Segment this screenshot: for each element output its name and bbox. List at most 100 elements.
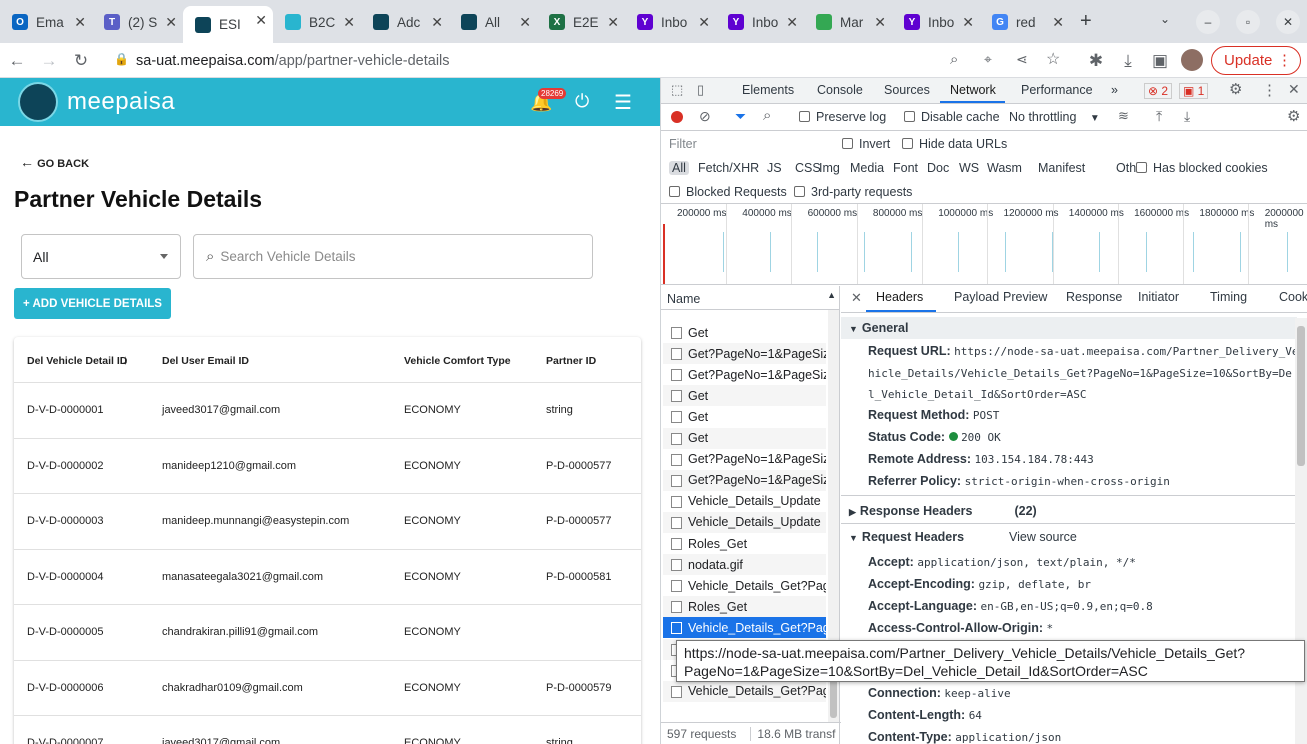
network-overview-timeline[interactable]: 200000 ms 400000 ms 600000 ms 800000 ms 1000… bbox=[661, 203, 1307, 285]
browser-tab[interactable]: All ✕ bbox=[449, 8, 537, 36]
warning-count-badge[interactable]: ▣ 1 bbox=[1179, 83, 1209, 99]
table-row[interactable]: D-V-D-0000006 chakradhar0109@gmail.com ECO… bbox=[14, 661, 641, 716]
network-conditions-icon[interactable]: ≋ bbox=[1118, 108, 1129, 124]
network-settings-icon[interactable]: ⚙ bbox=[1287, 107, 1300, 125]
browser-tab[interactable]: Y Inbo ✕ bbox=[625, 8, 716, 36]
back-arrow-icon[interactable]: ← bbox=[6, 50, 28, 72]
extensions-icon[interactable]: ✱ bbox=[1085, 50, 1107, 72]
preserve-log-checkbox[interactable]: Preserve log bbox=[799, 110, 886, 124]
throttling-select[interactable]: No throttling ▼ bbox=[1009, 110, 1100, 124]
type-filter-button[interactable]: Font bbox=[893, 161, 918, 175]
customize-menu-icon[interactable]: ⋮ bbox=[1262, 81, 1277, 99]
new-tab-button[interactable]: + bbox=[1080, 10, 1092, 33]
tab-close-icon[interactable]: ✕ bbox=[1052, 14, 1064, 31]
inspect-element-icon[interactable]: ⬚ bbox=[671, 82, 683, 98]
request-row[interactable]: Get?PageNo=1&PageSiz... bbox=[663, 449, 826, 470]
add-vehicle-details-button[interactable]: + ADD VEHICLE DETAILS bbox=[14, 288, 171, 319]
tab-close-icon[interactable]: ✕ bbox=[519, 14, 531, 31]
error-count-badge[interactable]: ⊗ 2 bbox=[1144, 83, 1173, 99]
request-row[interactable]: Get?PageNo=1&PageSiz... bbox=[663, 364, 826, 385]
details-tab[interactable]: Preview bbox=[1003, 290, 1047, 304]
browser-tab[interactable]: Adc ✕ bbox=[361, 8, 449, 36]
request-row[interactable]: Get bbox=[663, 427, 826, 449]
browser-tab[interactable]: B2C ✕ bbox=[273, 8, 361, 36]
type-filter-button[interactable]: Img bbox=[819, 161, 840, 175]
tab-close-icon[interactable]: ✕ bbox=[431, 14, 443, 31]
type-filter-button[interactable]: CSS bbox=[795, 161, 821, 175]
profile-avatar[interactable] bbox=[1181, 49, 1203, 71]
third-party-requests-checkbox[interactable]: 3rd-party requests bbox=[794, 185, 912, 199]
tab-performance[interactable]: Performance bbox=[1021, 83, 1093, 97]
hamburger-menu-icon[interactable]: ☰ bbox=[614, 90, 632, 115]
tab-sources[interactable]: Sources bbox=[884, 83, 930, 97]
tab-close-icon[interactable]: ✕ bbox=[255, 12, 267, 29]
tab-close-icon[interactable]: ✕ bbox=[343, 14, 355, 31]
export-har-icon[interactable]: ⤓ bbox=[1184, 108, 1190, 125]
download-icon[interactable]: ⤓ bbox=[1117, 50, 1139, 72]
details-tab[interactable]: Cookies bbox=[1279, 290, 1307, 304]
request-headers-section-header[interactable]: ▼ Request Headers bbox=[849, 530, 964, 544]
details-tab[interactable]: Headers bbox=[876, 290, 923, 304]
go-back-link[interactable]: ← GO BACK bbox=[20, 154, 89, 170]
type-filter-button[interactable]: Fetch/XHR bbox=[698, 161, 759, 175]
device-toolbar-icon[interactable]: ▯ bbox=[697, 82, 704, 98]
side-panel-icon[interactable]: ▣ bbox=[1149, 50, 1171, 72]
blocked-requests-checkbox[interactable]: Blocked Requests bbox=[669, 185, 787, 199]
browser-tab[interactable]: T (2) S ✕ bbox=[92, 8, 183, 36]
details-tab[interactable]: Response bbox=[1066, 290, 1122, 304]
tab-close-icon[interactable]: ✕ bbox=[962, 14, 974, 31]
filter-funnel-icon[interactable]: ⏷ bbox=[735, 108, 746, 125]
request-row[interactable]: Get bbox=[663, 385, 826, 407]
zoom-icon[interactable]: ⌕ bbox=[950, 51, 958, 68]
search-input[interactable]: ⌕ Search Vehicle Details bbox=[193, 234, 593, 279]
browser-tab[interactable]: Mar ✕ bbox=[804, 8, 892, 36]
request-row[interactable]: Get?PageNo=1&PageSiz... bbox=[663, 343, 826, 365]
request-row[interactable]: Roles_Get bbox=[663, 533, 826, 554]
tab-console[interactable]: Console bbox=[817, 83, 863, 97]
share-icon[interactable]: ⋖ bbox=[1016, 51, 1028, 68]
hide-data-urls-checkbox[interactable]: Hide data URLs bbox=[902, 137, 1007, 151]
invert-checkbox[interactable]: Invert bbox=[842, 137, 890, 151]
response-headers-section-header[interactable]: ▶ Response Headers (22) bbox=[849, 504, 1037, 518]
table-row[interactable]: D-V-D-0000007 javeed3017@gmail.com ECONOMY… bbox=[14, 716, 641, 744]
more-tabs-icon[interactable]: » bbox=[1111, 83, 1118, 97]
details-tab[interactable]: Timing bbox=[1210, 290, 1247, 304]
reload-icon[interactable]: ↻ bbox=[70, 50, 92, 72]
column-header[interactable]: Del Vehicle Detail ID bbox=[27, 355, 127, 367]
request-row[interactable]: Vehicle_Details_Get?Pag... bbox=[663, 680, 826, 702]
address-bar[interactable]: 🔒 sa-uat.meepaisa.com/app/partner-vehicl… bbox=[104, 47, 1088, 75]
tab-close-icon[interactable]: ✕ bbox=[698, 14, 710, 31]
import-har-icon[interactable]: ⤒ bbox=[1156, 108, 1162, 125]
record-icon[interactable] bbox=[671, 111, 683, 123]
disable-cache-checkbox[interactable]: Disable cache bbox=[904, 110, 1000, 124]
update-button[interactable]: Update ⋮ bbox=[1211, 46, 1301, 75]
search-icon[interactable]: ⌕ bbox=[763, 107, 771, 124]
type-filter-button[interactable]: Manifest bbox=[1038, 161, 1085, 175]
close-window-button[interactable]: ✕ bbox=[1276, 10, 1300, 34]
type-filter-button[interactable]: WS bbox=[959, 161, 979, 175]
details-tab[interactable]: Payload bbox=[954, 290, 999, 304]
table-row[interactable]: D-V-D-0000004 manasateegala3021@gmail.com… bbox=[14, 550, 641, 605]
tab-close-icon[interactable]: ✕ bbox=[74, 14, 86, 31]
type-filter-button[interactable]: JS bbox=[767, 161, 782, 175]
request-row[interactable]: nodata.gif bbox=[663, 554, 826, 576]
details-tab[interactable]: Initiator bbox=[1138, 290, 1179, 304]
has-blocked-cookies-checkbox[interactable]: Has blocked cookies bbox=[1136, 161, 1268, 175]
request-row[interactable]: Vehicle_Details_Get?Pag... bbox=[663, 617, 826, 639]
view-source-link[interactable]: View source bbox=[1009, 530, 1077, 544]
browser-tab[interactable]: X E2E ✕ bbox=[537, 8, 625, 36]
filter-input[interactable]: Filter bbox=[663, 134, 828, 154]
close-details-icon[interactable]: ✕ bbox=[851, 290, 862, 306]
vehicle-filter-select[interactable]: All bbox=[21, 234, 181, 279]
close-devtools-icon[interactable]: ✕ bbox=[1288, 81, 1300, 98]
settings-gear-icon[interactable]: ⚙ bbox=[1229, 80, 1242, 98]
tab-close-icon[interactable]: ✕ bbox=[607, 14, 619, 31]
request-row[interactable]: Get bbox=[663, 406, 826, 427]
table-row[interactable]: D-V-D-0000005 chandrakiran.pilli91@gmail.… bbox=[14, 605, 641, 661]
request-row[interactable]: Get bbox=[663, 322, 826, 343]
tab-close-icon[interactable]: ✕ bbox=[786, 14, 798, 31]
clear-icon[interactable]: ⊘ bbox=[699, 108, 711, 125]
request-row[interactable]: Vehicle_Details_Get?Pag... bbox=[663, 575, 826, 596]
meepaisa-logo[interactable] bbox=[18, 82, 58, 122]
tab-close-icon[interactable]: ✕ bbox=[874, 14, 886, 31]
